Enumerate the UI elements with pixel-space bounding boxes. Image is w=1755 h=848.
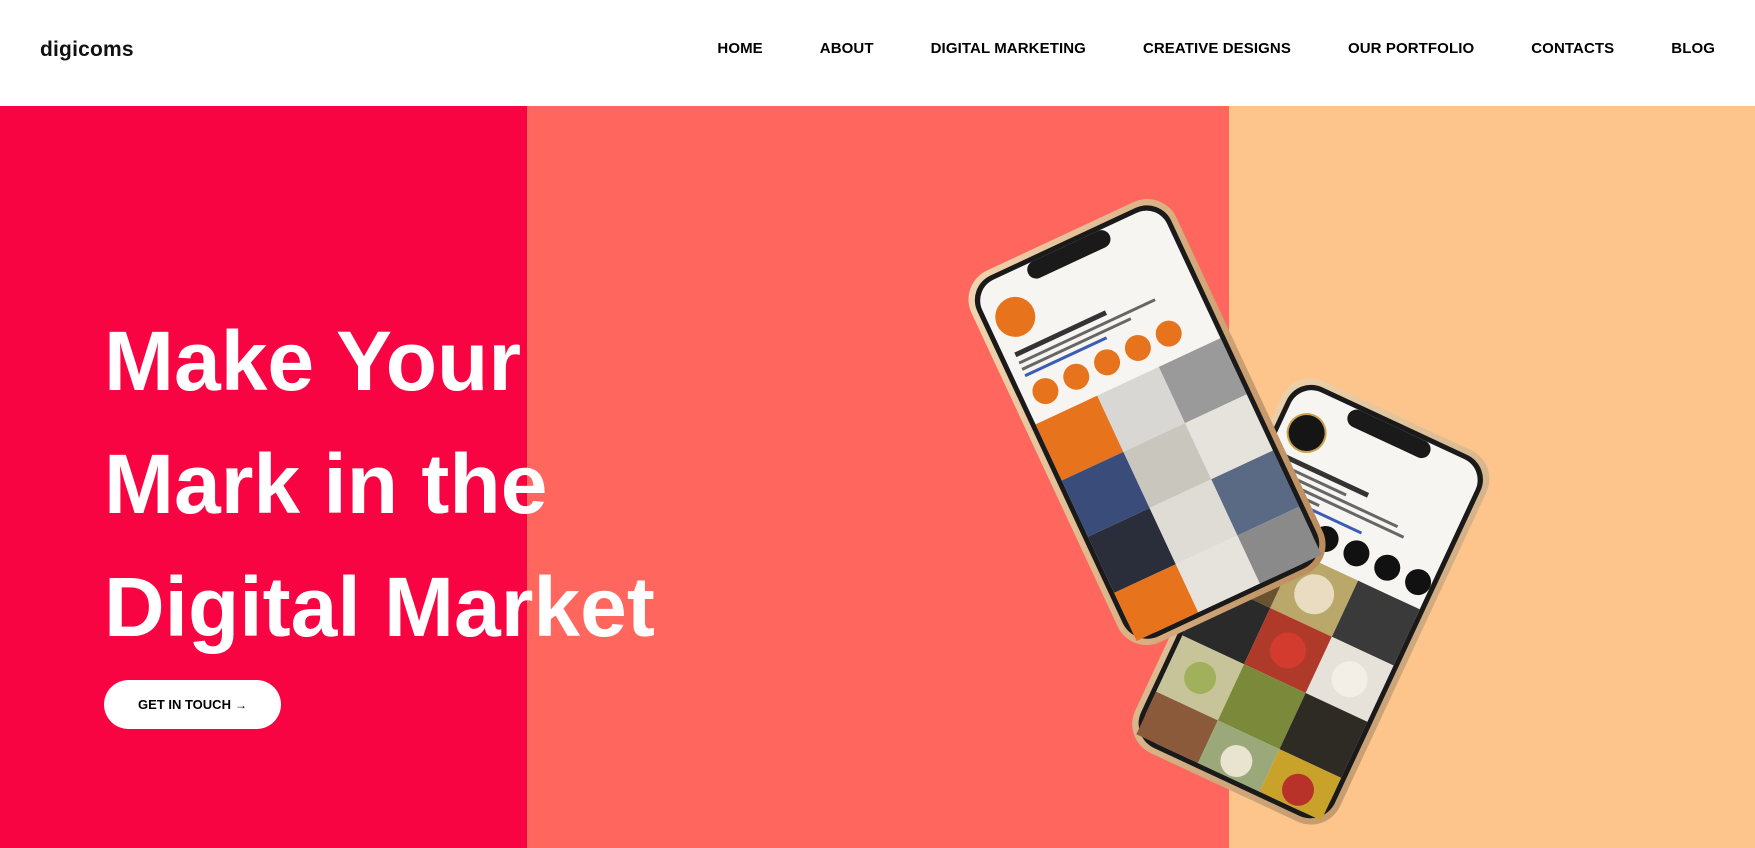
main-nav: HOME ABOUT DIGITAL MARKETING CREATIVE DE… (660, 38, 1715, 60)
nav-creative-designs[interactable]: CREATIVE DESIGNS (1143, 38, 1291, 60)
get-in-touch-button[interactable]: GET IN TOUCH → (104, 680, 281, 729)
site-header: digicoms HOME ABOUT DIGITAL MARKETING CR… (0, 0, 1755, 106)
hero-headline: Make Your Mark in the Digital Market (104, 300, 655, 669)
arrow-right-icon: → (234, 697, 247, 712)
headline-line-2: Mark in the (104, 437, 548, 531)
cta-label: GET IN TOUCH (138, 697, 231, 712)
nav-our-portfolio[interactable]: OUR PORTFOLIO (1348, 38, 1474, 60)
nav-home[interactable]: HOME (717, 38, 762, 60)
nav-contacts[interactable]: CONTACTS (1531, 38, 1614, 60)
headline-line-1: Make Your (104, 314, 522, 408)
nav-about[interactable]: ABOUT (820, 38, 874, 60)
nav-digital-marketing[interactable]: DIGITAL MARKETING (931, 38, 1086, 60)
hero-section: Make Your Mark in the Digital Market GET… (0, 106, 1755, 848)
logo[interactable]: digicoms (40, 38, 134, 62)
nav-blog[interactable]: BLOG (1671, 38, 1715, 60)
headline-line-3: Digital Market (104, 560, 655, 654)
